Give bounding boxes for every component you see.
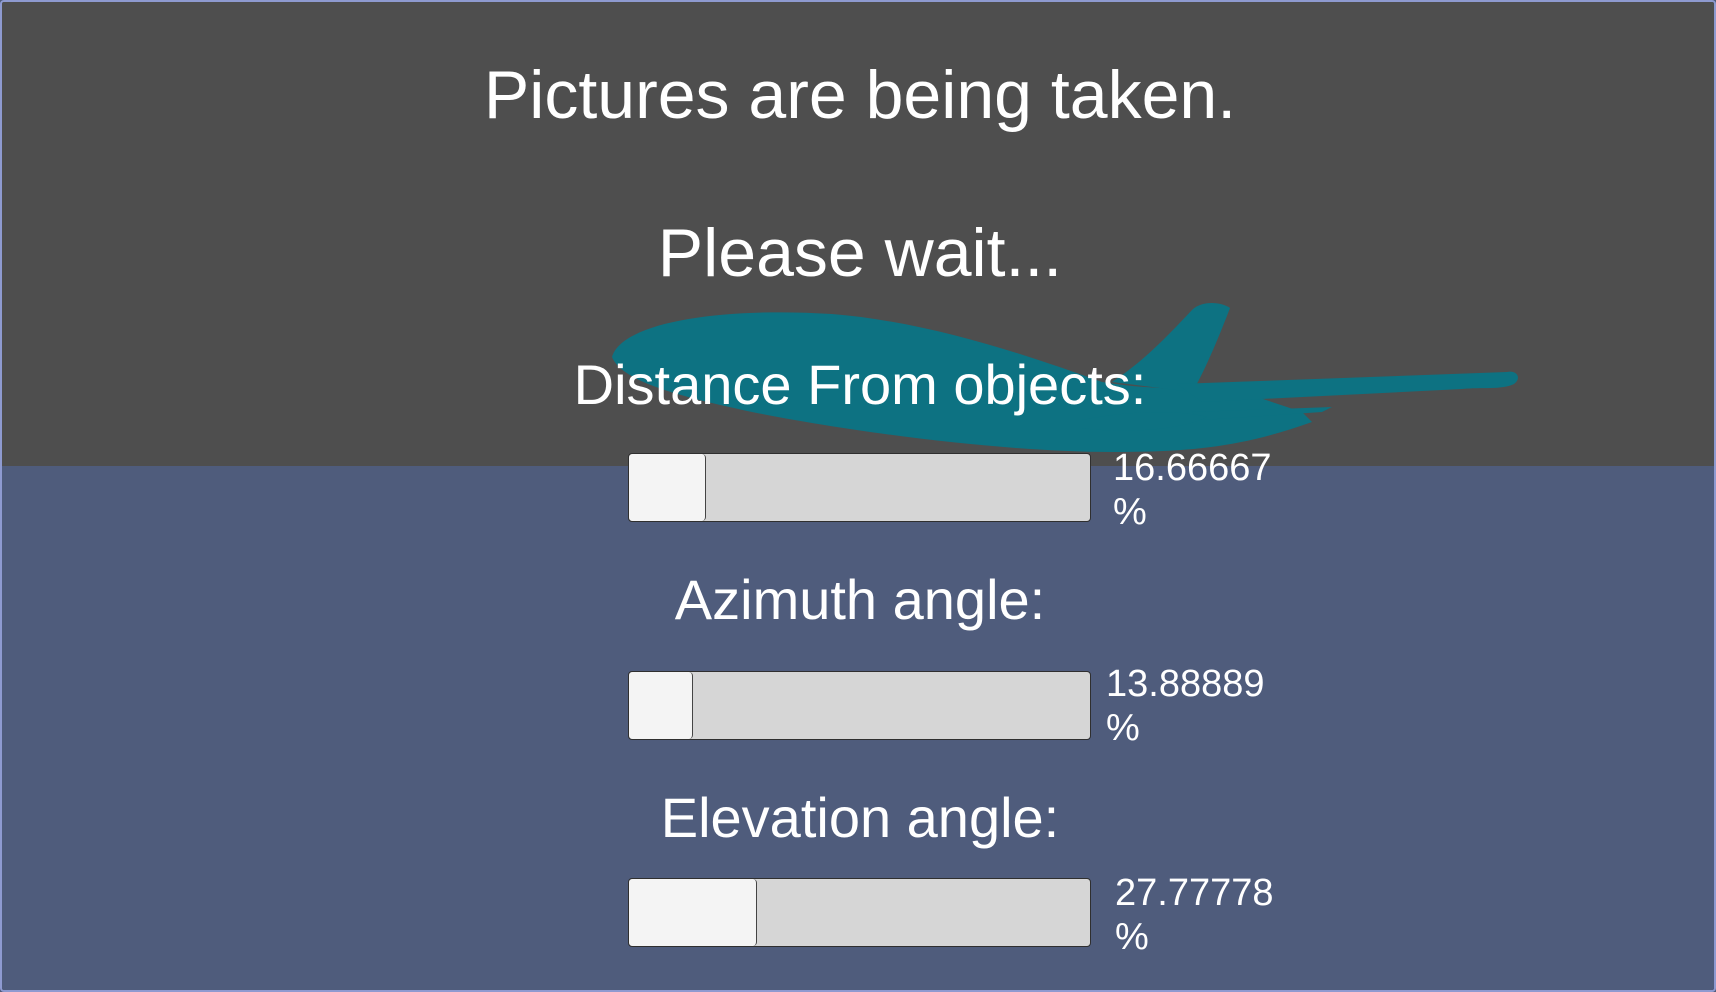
page-title: Pictures are being taken. [483, 57, 1237, 133]
elevation-percent-value: 27.77778 [1115, 872, 1274, 914]
elevation-percent-unit: % [1115, 916, 1149, 958]
azimuth-progress-fill [629, 672, 694, 739]
distance-progress-fill [629, 454, 706, 521]
distance-progress-bar [628, 453, 1091, 522]
distance-label: Distance From objects: [573, 353, 1147, 416]
elevation-percent: 27.77778 % [1115, 871, 1274, 959]
distance-percent: 16.66667 % [1113, 446, 1272, 534]
azimuth-progress-bar [628, 671, 1091, 740]
elevation-progress-bar [628, 878, 1091, 947]
viewport: Pictures are being taken. Please wait...… [0, 0, 1716, 992]
elevation-label: Elevation angle: [660, 786, 1060, 849]
distance-percent-unit: % [1113, 491, 1147, 533]
azimuth-percent-value: 13.88889 [1106, 663, 1265, 705]
elevation-progress-fill [629, 879, 758, 946]
azimuth-percent: 13.88889 % [1106, 662, 1265, 750]
wait-message: Please wait... [657, 215, 1063, 291]
azimuth-percent-unit: % [1106, 707, 1140, 749]
distance-percent-value: 16.66667 [1113, 447, 1272, 489]
azimuth-label: Azimuth angle: [674, 568, 1046, 631]
